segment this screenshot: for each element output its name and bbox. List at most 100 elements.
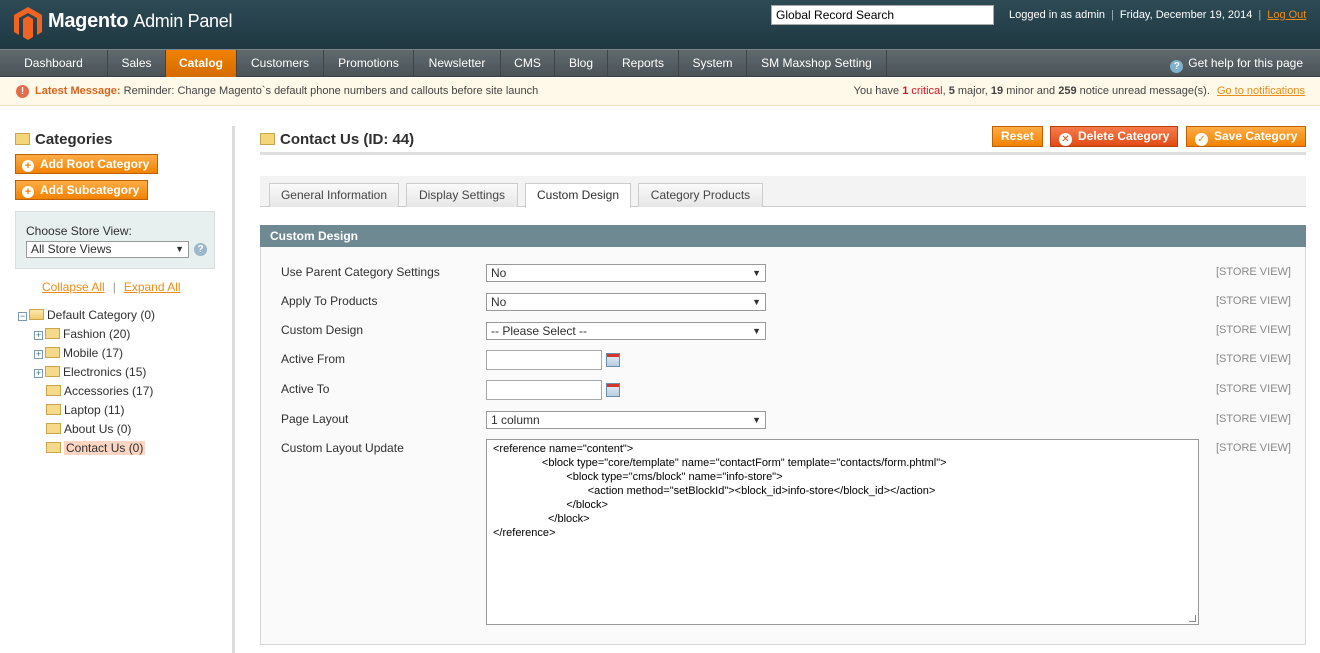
folder-icon (45, 347, 60, 358)
nav-newsletter[interactable]: Newsletter (414, 50, 501, 77)
expand-toggle-icon[interactable]: + (34, 350, 43, 359)
tree-item-fashion[interactable]: + Fashion (20) (34, 326, 130, 343)
critical-label: critical (911, 85, 943, 97)
nav-dashboard[interactable]: Dashboard (0, 50, 108, 77)
add-subcategory-label: Add Subcategory (40, 183, 140, 197)
major-label: major, (957, 85, 988, 97)
dropdown-arrow-icon: ▼ (752, 326, 761, 336)
tab-category-products[interactable]: Category Products (638, 183, 763, 207)
tree-controls-separator: | (112, 280, 116, 294)
expand-all-link[interactable]: Expand All (124, 280, 181, 294)
header-user-info: Logged in as admin | Friday, December 19, … (1009, 9, 1306, 21)
tree-item-label: About Us (0) (64, 422, 132, 436)
active-to-input[interactable] (486, 380, 602, 400)
scope-label: [STORE VIEW] (1216, 413, 1291, 425)
tab-general-information[interactable]: General Information (269, 183, 399, 207)
scope-label: [STORE VIEW] (1216, 442, 1291, 454)
save-category-button[interactable]: ✓ Save Category (1186, 126, 1307, 147)
tree-item-laptop[interactable]: Laptop (11) (46, 402, 125, 419)
plus-icon: + (22, 160, 34, 172)
header-date: Friday, December 19, 2014 (1119, 9, 1253, 21)
dropdown-arrow-icon: ▼ (752, 268, 761, 278)
tree-item-label: Electronics (15) (63, 365, 147, 379)
dropdown-arrow-icon: ▼ (752, 415, 761, 425)
header-separator: | (1111, 9, 1114, 21)
dropdown-arrow-icon: ▼ (175, 244, 184, 254)
tree-item-contact-us[interactable]: Contact Us (0) (46, 440, 146, 457)
store-help-icon[interactable]: ? (194, 243, 207, 256)
nav-sales[interactable]: Sales (108, 50, 166, 77)
sidebar-divider (232, 126, 235, 653)
scope-label: [STORE VIEW] (1216, 266, 1291, 278)
delete-icon: ✕ (1059, 133, 1072, 146)
folder-icon (45, 366, 60, 377)
logout-link[interactable]: Log Out (1267, 9, 1306, 21)
tree-item-about-us[interactable]: About Us (0) (46, 421, 131, 438)
tree-item-default-category[interactable]: − Default Category (0) (18, 307, 155, 324)
message-bar: ! Latest Message: Reminder: Change Magen… (0, 78, 1320, 106)
apply-to-products-select[interactable]: No ▼ (486, 293, 766, 311)
use-parent-label: Use Parent Category Settings (281, 265, 440, 279)
latest-message-text: Reminder: Change Magento`s default phone… (123, 85, 539, 97)
page-title-text: Contact Us (ID: 44) (280, 131, 415, 148)
checkmark-icon: ✓ (1195, 133, 1208, 146)
folder-icon (46, 385, 61, 396)
use-parent-value: No (491, 266, 507, 280)
scope-label: [STORE VIEW] (1216, 295, 1291, 307)
expand-toggle-icon[interactable]: + (34, 369, 43, 378)
reset-button[interactable]: Reset (992, 126, 1043, 147)
add-subcategory-button[interactable]: + Add Subcategory (15, 180, 149, 200)
active-from-input[interactable] (486, 350, 602, 370)
critical-count: 1 (902, 85, 909, 97)
folder-icon (46, 423, 61, 434)
nav-cms[interactable]: CMS (501, 50, 555, 77)
nav-system[interactable]: System (679, 50, 747, 77)
collapse-toggle-icon[interactable]: − (18, 312, 27, 321)
calendar-icon[interactable] (606, 383, 620, 397)
custom-layout-update-textarea[interactable]: <reference name="content"> <block type="… (486, 439, 1199, 625)
notif-prefix: You have (853, 85, 900, 97)
nav-blog[interactable]: Blog (555, 50, 608, 77)
tree-item-electronics[interactable]: + Electronics (15) (34, 364, 146, 381)
header-separator: | (1258, 9, 1262, 21)
notifications-link[interactable]: Go to notifications (1217, 85, 1305, 97)
tree-item-mobile[interactable]: + Mobile (17) (34, 345, 123, 362)
add-root-category-button[interactable]: + Add Root Category (15, 154, 159, 174)
tab-display-settings[interactable]: Display Settings (406, 183, 518, 207)
notice-count: 259 (1058, 85, 1077, 97)
tab-custom-design[interactable]: Custom Design (525, 183, 631, 208)
nav-customers[interactable]: Customers (237, 50, 324, 77)
calendar-icon[interactable] (606, 353, 620, 367)
categories-title-text: Categories (35, 131, 113, 148)
save-category-label: Save Category (1214, 129, 1298, 143)
help-text: Get help for this page (1188, 56, 1303, 70)
nav-maxshop-setting[interactable]: SM Maxshop Setting (747, 50, 887, 77)
use-parent-select[interactable]: No ▼ (486, 264, 766, 282)
collapse-all-link[interactable]: Collapse All (42, 280, 105, 294)
global-search-input[interactable] (771, 5, 994, 25)
latest-message: Latest Message: Reminder: Change Magento… (35, 78, 538, 105)
magento-logo-icon (14, 7, 42, 40)
expand-toggle-icon[interactable]: + (34, 331, 43, 340)
nav-catalog[interactable]: Catalog (166, 50, 237, 77)
help-icon: ? (1170, 60, 1184, 73)
apply-to-products-label: Apply To Products (281, 294, 378, 308)
help-link[interactable]: ? Get help for this page (1170, 50, 1303, 77)
nav-promotions[interactable]: Promotions (324, 50, 414, 77)
store-view-select[interactable]: All Store Views ▼ (26, 241, 189, 258)
apply-to-products-value: No (491, 295, 507, 309)
logo-sub: Admin Panel (133, 11, 233, 31)
page-title: Contact Us (ID: 44) (260, 131, 414, 148)
categories-folder-icon (15, 133, 30, 145)
tree-controls: Collapse All | Expand All (42, 280, 181, 294)
nav-reports[interactable]: Reports (608, 50, 679, 77)
logged-in-text: Logged in as admin (1009, 9, 1106, 21)
tree-item-accessories[interactable]: Accessories (17) (46, 383, 153, 400)
page-layout-select[interactable]: 1 column ▼ (486, 411, 766, 429)
custom-design-select[interactable]: -- Please Select -- ▼ (486, 322, 766, 340)
minor-count: 19 (990, 85, 1004, 97)
folder-icon (46, 404, 61, 415)
major-count: 5 (948, 85, 955, 97)
resize-grip-icon[interactable] (1189, 615, 1196, 622)
delete-category-button[interactable]: ✕ Delete Category (1050, 126, 1179, 147)
